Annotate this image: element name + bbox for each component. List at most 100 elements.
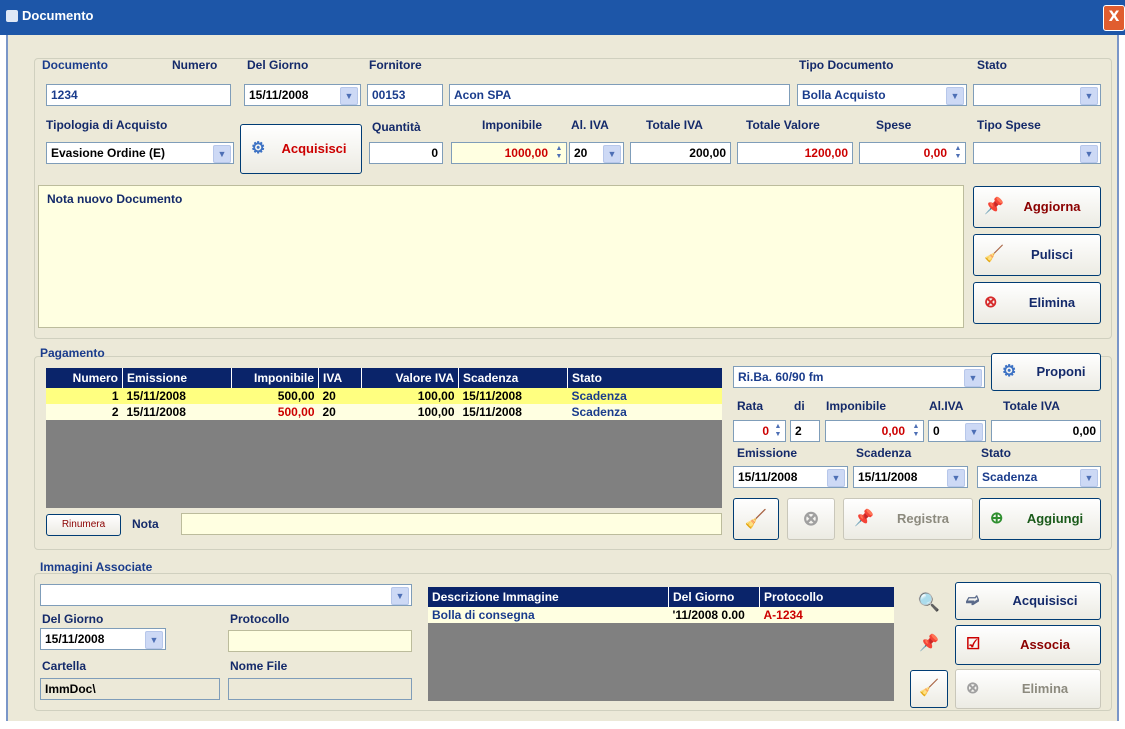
proponi-button[interactable]: ⚙ Proponi bbox=[991, 353, 1101, 391]
rata-field[interactable]: 0 ▲ ▼ bbox=[733, 420, 786, 442]
rinumera-button[interactable]: Rinumera bbox=[46, 514, 121, 536]
spinner-icon[interactable]: ▲ ▼ bbox=[554, 145, 564, 161]
pulisci-rata-button[interactable]: 🧹 bbox=[733, 498, 779, 540]
elimina-immagine-button[interactable]: ⊗ Elimina bbox=[955, 669, 1101, 709]
chevron-down-icon[interactable]: ▼ bbox=[946, 87, 964, 105]
totale-valore-field[interactable]: 1200,00 bbox=[737, 142, 853, 164]
column-header[interactable]: Descrizione Immagine bbox=[428, 587, 669, 607]
spinner-icon[interactable]: ▲ ▼ bbox=[773, 423, 783, 439]
del-giorno-select[interactable]: 15/11/2008 ▼ bbox=[244, 84, 361, 106]
scadenza-select[interactable]: 15/11/2008 ▼ bbox=[853, 466, 968, 488]
imponibile-field[interactable]: 1000,00 ▲ ▼ bbox=[451, 142, 567, 164]
immagini-select[interactable]: ▼ bbox=[40, 584, 412, 606]
tipo-spese-select[interactable]: ▼ bbox=[973, 142, 1101, 164]
chevron-down-icon[interactable]: ▼ bbox=[1080, 469, 1098, 487]
cell-iva: 20 bbox=[322, 389, 336, 403]
aggiorna-label: Aggiorna bbox=[1023, 199, 1081, 214]
cell-iva: 20 bbox=[322, 405, 336, 419]
di-label: di bbox=[794, 399, 805, 413]
column-header[interactable]: Scadenza bbox=[458, 368, 568, 388]
column-header[interactable]: IVA bbox=[318, 368, 362, 388]
chevron-down-icon[interactable]: ▼ bbox=[391, 587, 409, 605]
protocollo-label: Protocollo bbox=[230, 612, 290, 626]
al-iva-select[interactable]: 20 ▼ bbox=[569, 142, 624, 164]
imponibile-rata-field[interactable]: 0,00 ▲ ▼ bbox=[825, 420, 924, 442]
window-title: Documento bbox=[22, 8, 94, 23]
close-button[interactable]: X bbox=[1103, 5, 1125, 31]
totale-valore-label: Totale Valore bbox=[746, 118, 820, 132]
elimina-rata-button[interactable]: ⊗ bbox=[787, 498, 835, 540]
protocollo-field[interactable] bbox=[228, 630, 412, 652]
pagamento-grid[interactable]: Numero Emissione Imponibile IVA Valore I… bbox=[46, 368, 722, 508]
tipologia-select[interactable]: Evasione Ordine (E) ▼ bbox=[46, 142, 234, 164]
del-giorno-immagine-select[interactable]: 15/11/2008 ▼ bbox=[40, 628, 166, 650]
acquisisci-ordine-button[interactable]: ⚙ Acquisisci bbox=[240, 124, 362, 174]
spinner-icon[interactable]: ▲ ▼ bbox=[953, 145, 963, 161]
chevron-down-icon[interactable]: ▼ bbox=[827, 469, 845, 487]
column-header[interactable]: Valore IVA bbox=[361, 368, 459, 388]
nome-file-field[interactable] bbox=[228, 678, 412, 700]
spinner-icon[interactable]: ▲ ▼ bbox=[911, 423, 921, 439]
stato-rata-select[interactable]: Scadenza ▼ bbox=[977, 466, 1101, 488]
pushpin-icon: 📌 bbox=[854, 510, 874, 527]
nota-documento-area[interactable]: Nota nuovo Documento bbox=[38, 185, 964, 328]
chevron-down-icon[interactable]: ▼ bbox=[1080, 87, 1098, 105]
chevron-down-icon[interactable]: ▼ bbox=[340, 87, 358, 105]
chevron-down-icon[interactable]: ▼ bbox=[603, 145, 621, 163]
associa-button[interactable]: ☑ Associa bbox=[955, 625, 1101, 665]
spese-field[interactable]: 0,00 ▲ ▼ bbox=[859, 142, 966, 164]
totale-iva-rata-field[interactable]: 0,00 bbox=[991, 420, 1101, 442]
column-header[interactable]: Imponibile bbox=[231, 368, 319, 388]
close-icon: X bbox=[1108, 9, 1120, 25]
table-row[interactable]: 2 15/11/2008 500,00 20 100,00 15/11/2008… bbox=[46, 404, 722, 420]
acquisisci-immagine-button[interactable]: ➫ Acquisisci bbox=[955, 582, 1101, 620]
proponi-label: Proponi bbox=[1036, 364, 1086, 379]
metodo-pagamento-select[interactable]: Ri.Ba. 60/90 fm ▼ bbox=[733, 366, 985, 388]
delete-icon: ⊗ bbox=[966, 680, 980, 697]
pulisci-button[interactable]: 🧹 Pulisci bbox=[973, 234, 1101, 276]
chevron-down-icon[interactable]: ▼ bbox=[965, 423, 983, 441]
fissa-immagine-button[interactable]: 📌 bbox=[910, 625, 948, 663]
aggiungi-button[interactable]: ⊕ Aggiungi bbox=[979, 498, 1101, 540]
fornitore-name-field[interactable]: Acon SPA bbox=[449, 84, 790, 106]
column-header[interactable]: Emissione bbox=[122, 368, 232, 388]
table-row[interactable]: Bolla di consegna '11/2008 0.00 A-1234 bbox=[428, 607, 894, 623]
chevron-down-icon[interactable]: ▼ bbox=[964, 369, 982, 387]
anteprima-button[interactable]: 🔍 bbox=[910, 583, 948, 621]
add-icon: ⊕ bbox=[990, 510, 1004, 527]
chevron-down-icon[interactable]: ▼ bbox=[145, 631, 163, 649]
nota-pagamento-field[interactable] bbox=[181, 513, 722, 535]
cell-emissione: 15/11/2008 bbox=[126, 389, 186, 403]
al-iva-label: Al. IVA bbox=[571, 118, 609, 132]
del-giorno-immagine-value: 15/11/2008 bbox=[45, 632, 105, 646]
pulisci-immagine-button[interactable]: 🧹 bbox=[910, 670, 948, 708]
chevron-down-icon[interactable]: ▼ bbox=[213, 145, 231, 163]
column-header[interactable]: Del Giorno bbox=[668, 587, 760, 607]
column-header[interactable]: Numero bbox=[46, 368, 123, 388]
emissione-select[interactable]: 15/11/2008 ▼ bbox=[733, 466, 848, 488]
documento-field[interactable]: 1234 bbox=[46, 84, 231, 106]
stato-select[interactable]: ▼ bbox=[973, 84, 1101, 106]
checkbox-icon: ☑ bbox=[966, 636, 981, 653]
broom-icon: 🧹 bbox=[744, 509, 768, 529]
table-row[interactable]: 1 15/11/2008 500,00 20 100,00 15/11/2008… bbox=[46, 388, 722, 404]
al-iva-value: 20 bbox=[574, 146, 588, 160]
al-iva-rata-select[interactable]: 0 ▼ bbox=[928, 420, 986, 442]
chevron-down-icon[interactable]: ▼ bbox=[947, 469, 965, 487]
column-header[interactable]: Protocollo bbox=[759, 587, 894, 607]
aggiorna-button[interactable]: 📌 Aggiorna bbox=[973, 186, 1101, 228]
totale-iva-field[interactable]: 200,00 bbox=[630, 142, 731, 164]
tipo-documento-select[interactable]: Bolla Acquisto ▼ bbox=[797, 84, 967, 106]
column-header[interactable]: Stato bbox=[567, 368, 722, 388]
tipologia-label: Tipologia di Acquisto bbox=[46, 118, 168, 132]
fornitore-code-field[interactable]: 00153 bbox=[367, 84, 443, 106]
registra-button[interactable]: 📌 Registra bbox=[843, 498, 973, 540]
quantita-field[interactable]: 0 bbox=[369, 142, 443, 164]
immagini-grid[interactable]: Descrizione Immagine Del Giorno Protocol… bbox=[428, 587, 894, 701]
magnifier-icon: 🔍 bbox=[917, 592, 941, 612]
del-giorno-value: 15/11/2008 bbox=[249, 88, 309, 102]
cartella-field[interactable]: ImmDoc\ bbox=[40, 678, 220, 700]
elimina-documento-button[interactable]: ⊗ Elimina bbox=[973, 282, 1101, 324]
di-field[interactable]: 2 bbox=[790, 420, 820, 442]
chevron-down-icon[interactable]: ▼ bbox=[1080, 145, 1098, 163]
